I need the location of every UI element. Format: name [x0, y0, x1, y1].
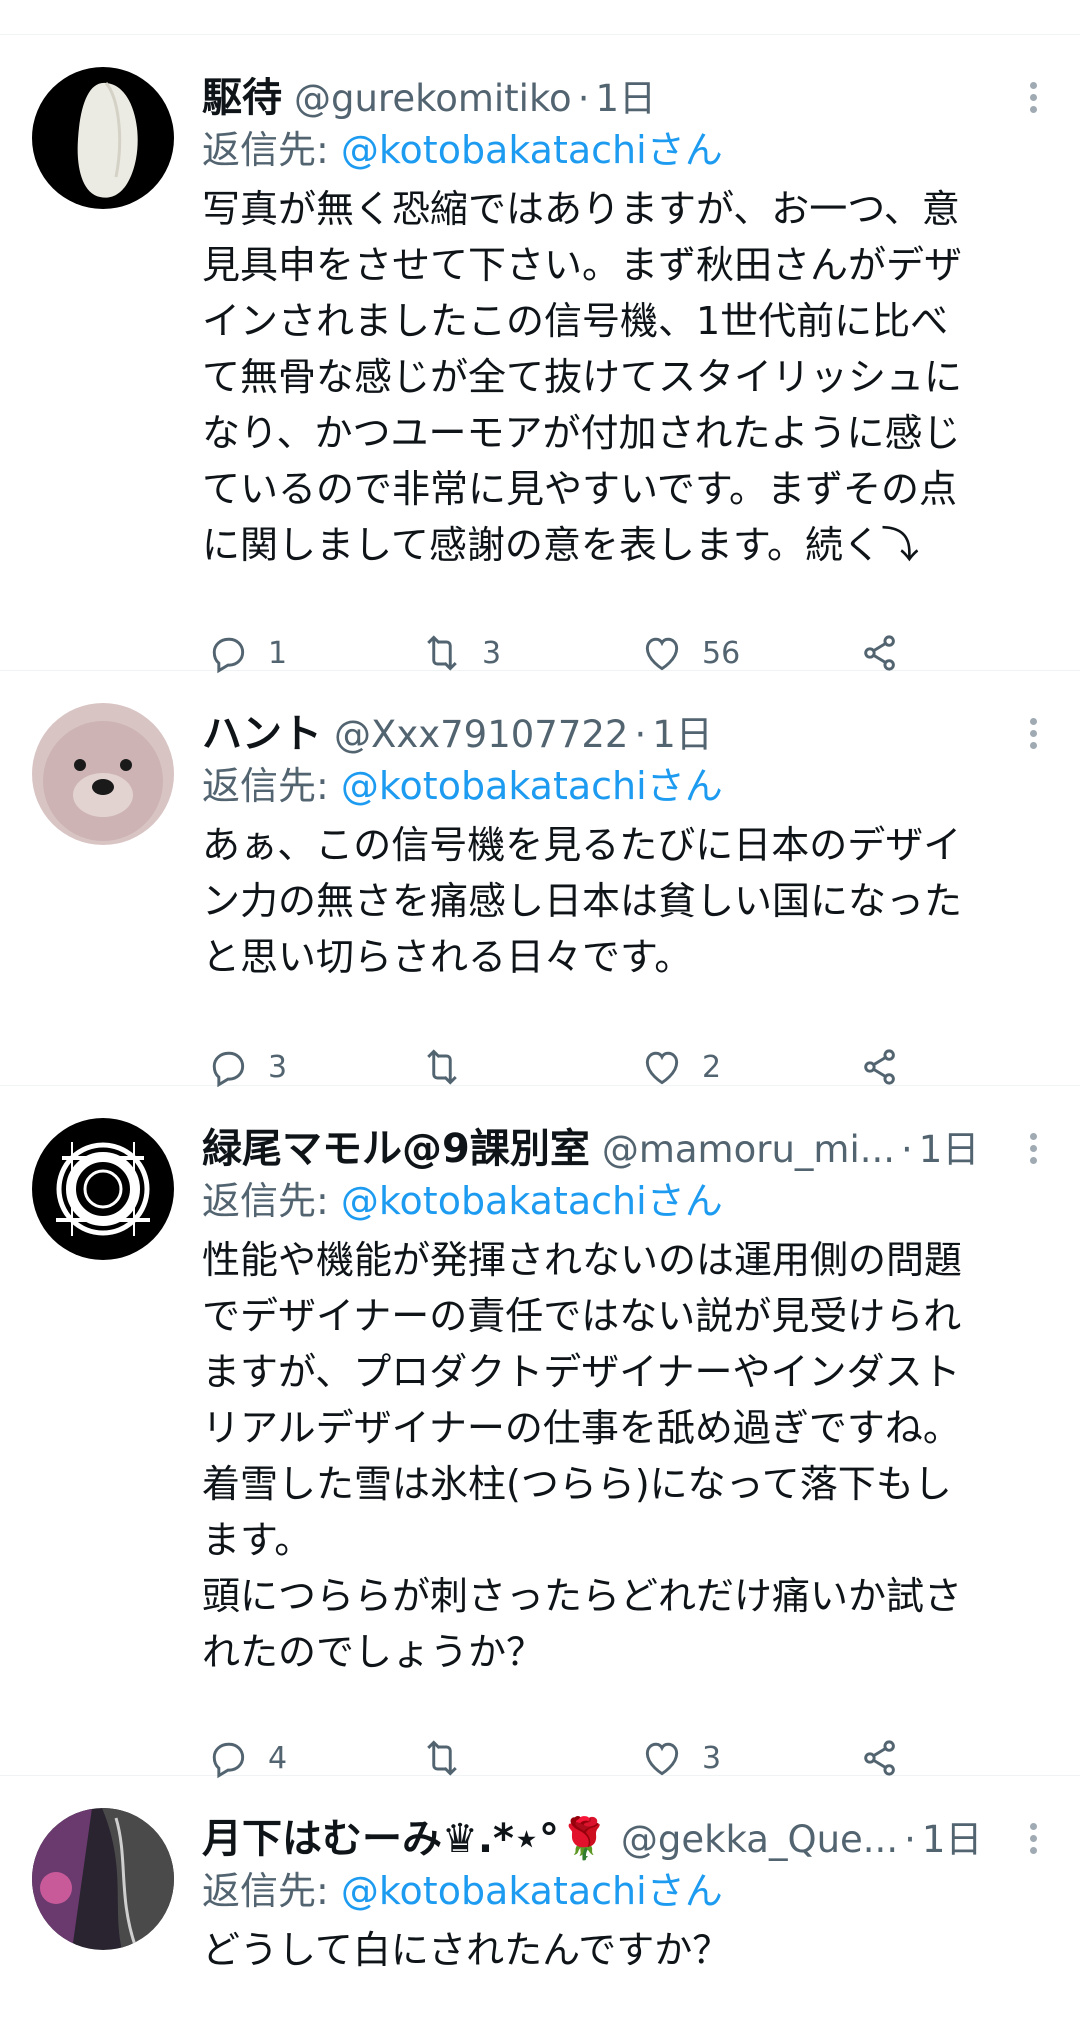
ring-emblem-icon: [32, 1118, 174, 1260]
portrait-icon: [32, 1808, 174, 1950]
reply-button[interactable]: 4: [206, 1736, 287, 1780]
reply-icon: [212, 1742, 245, 1779]
tweet-text: あぁ、この信号機を見るたびに日本のデザイ ン力の無さを痛感し日本は貧しい国になっ…: [202, 823, 963, 979]
display-name[interactable]: ハント: [202, 701, 322, 759]
heart-icon: [645, 1051, 679, 1085]
avatar[interactable]: [32, 1118, 174, 1260]
handle[interactable]: @mamoru_mi...: [602, 1128, 895, 1171]
timestamp[interactable]: 1日: [922, 1809, 983, 1863]
tweet-text: 写真が無く恐縮ではありますが、お一つ、意 見具申をさせて下さい。まず秋田さんがデ…: [202, 187, 963, 567]
retweet-button[interactable]: [420, 1736, 482, 1780]
more-options-icon[interactable]: [1018, 77, 1048, 121]
share-icon: [864, 1740, 895, 1776]
reply-icon: [212, 1051, 245, 1088]
retweet-button[interactable]: 3: [420, 631, 501, 675]
reply-prefix: 返信先:: [202, 1179, 341, 1223]
display-name[interactable]: 緑尾マモル@9課別室: [202, 1116, 590, 1174]
more-options-icon[interactable]: [1018, 713, 1048, 757]
tweet[interactable]: ハント @Xxx79107722 · 1日 返信先: @kotobakatach…: [0, 671, 1080, 1089]
reply-prefix: 返信先:: [202, 128, 341, 172]
separator-dot: ·: [901, 1128, 913, 1171]
separator-dot: ·: [577, 77, 590, 120]
handle[interactable]: @gurekomitiko: [294, 77, 572, 120]
timestamp[interactable]: 1日: [595, 68, 656, 122]
timestamp[interactable]: 1日: [652, 704, 713, 758]
handle[interactable]: @gekka_Que...: [621, 1818, 898, 1861]
tweet-header: ハント @Xxx79107722 · 1日: [202, 701, 1048, 757]
separator-dot: ·: [904, 1818, 916, 1861]
tweet-header: 月下はむーみ♛.*⋆°🌹 @gekka_Que... · 1日: [202, 1806, 1048, 1862]
reply-to: 返信先: @kotobakatachiさん: [202, 121, 1048, 179]
avatar[interactable]: [32, 1808, 174, 1950]
share-icon: [864, 1049, 895, 1085]
reply-mention-link[interactable]: @kotobakatachiさん: [341, 1869, 723, 1913]
share-button[interactable]: [858, 1736, 902, 1780]
reply-mention-link[interactable]: @kotobakatachiさん: [341, 128, 723, 172]
retweet-icon: [427, 1740, 457, 1776]
tweet-text: 性能や機能が発揮されないのは運用側の問題 でデザイナーの責任ではない説が見受けら…: [202, 1238, 963, 1674]
reply-button[interactable]: 3: [206, 1045, 287, 1089]
tweet[interactable]: 駆待 @gurekomitiko · 1日 返信先: @kotobakatach…: [0, 35, 1080, 674]
tweet-header: 駆待 @gurekomitiko · 1日: [202, 65, 1048, 121]
reply-to: 返信先: @kotobakatachiさん: [202, 757, 1048, 815]
heart-icon: [645, 637, 679, 671]
avatar[interactable]: [32, 703, 174, 845]
like-button[interactable]: 56: [640, 631, 740, 675]
tweet-header: 緑尾マモル@9課別室 @mamoru_mi... · 1日: [202, 1116, 1048, 1172]
reply-to: 返信先: @kotobakatachiさん: [202, 1862, 1048, 1920]
like-count: 2: [702, 1049, 722, 1085]
reply-button[interactable]: 1: [206, 631, 287, 675]
display-name[interactable]: 月下はむーみ♛.*⋆°🌹: [202, 1806, 609, 1864]
share-button[interactable]: [858, 631, 902, 675]
share-icon: [864, 635, 895, 671]
like-count: 3: [702, 1740, 722, 1776]
separator-dot: ·: [634, 713, 647, 756]
heart-icon: [645, 1742, 679, 1776]
share-button[interactable]: [858, 1045, 902, 1089]
timestamp[interactable]: 1日: [919, 1119, 980, 1173]
tweet[interactable]: 緑尾マモル@9課別室 @mamoru_mi... · 1日 返信先: @koto…: [0, 1086, 1080, 1779]
retweet-button[interactable]: [420, 1045, 482, 1089]
like-count: 56: [702, 635, 741, 671]
top-divider: [0, 0, 1080, 35]
tweet-text: どうして白にされたんですか？: [202, 1928, 731, 1972]
retweet-count: 3: [482, 635, 502, 671]
tweet[interactable]: 月下はむーみ♛.*⋆°🌹 @gekka_Que... · 1日 返信先: @ko…: [0, 1776, 1080, 2032]
display-name[interactable]: 駆待: [202, 65, 282, 123]
reply-count: 1: [268, 635, 288, 671]
reply-count: 3: [268, 1049, 288, 1085]
plush-bear-icon: [32, 703, 174, 845]
retweet-icon: [427, 1049, 457, 1085]
reply-prefix: 返信先:: [202, 1869, 341, 1913]
more-options-icon[interactable]: [1018, 1128, 1048, 1172]
reply-mention-link[interactable]: @kotobakatachiさん: [341, 764, 723, 808]
like-button[interactable]: 2: [640, 1045, 721, 1089]
more-options-icon[interactable]: [1018, 1818, 1048, 1862]
reply-to: 返信先: @kotobakatachiさん: [202, 1172, 1048, 1230]
reply-prefix: 返信先:: [202, 764, 341, 808]
avatar[interactable]: [32, 67, 174, 209]
retweet-icon: [427, 635, 457, 671]
rice-grain-icon: [32, 67, 174, 209]
reply-count: 4: [268, 1740, 288, 1776]
reply-icon: [212, 637, 245, 674]
like-button[interactable]: 3: [640, 1736, 721, 1780]
handle[interactable]: @Xxx79107722: [334, 713, 628, 756]
reply-mention-link[interactable]: @kotobakatachiさん: [341, 1179, 723, 1223]
